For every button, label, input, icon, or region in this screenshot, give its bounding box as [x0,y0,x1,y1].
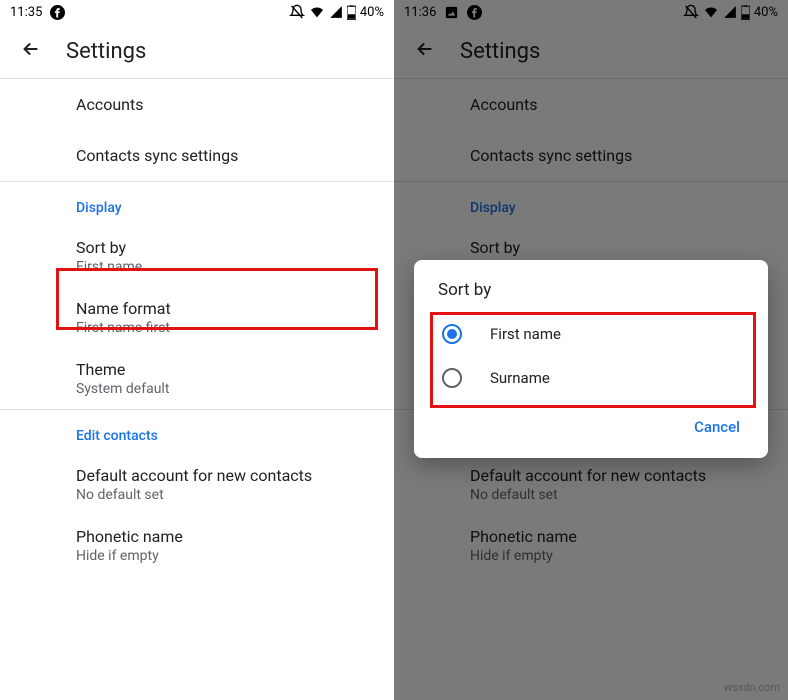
watermark: wsxdn.com [724,681,780,694]
sort-by-title: Sort by [76,238,374,257]
accounts-item[interactable]: Accounts [0,79,394,130]
phonetic-title: Phonetic name [76,527,374,546]
highlight-annotation [56,268,378,330]
wifi-icon [309,4,325,20]
battery-icon [347,5,356,20]
phonetic-subtitle: Hide if empty [76,548,374,564]
battery-percent: 40% [360,5,384,20]
phone-left: 11:35 40% [0,0,394,700]
dialog-title: Sort by [414,260,768,312]
section-display: Display [0,182,394,226]
phonetic-setting[interactable]: Phonetic name Hide if empty [0,515,394,576]
cancel-button[interactable]: Cancel [684,410,750,444]
section-edit: Edit contacts [0,410,394,454]
highlight-annotation [430,312,756,408]
status-bar: 11:35 40% [0,0,394,24]
default-account-setting[interactable]: Default account for new contacts No defa… [0,454,394,515]
phone-right: 11:36 [394,0,788,700]
theme-subtitle: System default [76,381,374,397]
status-time: 11:35 [10,5,42,20]
back-button[interactable] [20,38,42,64]
default-account-title: Default account for new contacts [76,466,374,485]
contacts-sync-item[interactable]: Contacts sync settings [0,130,394,181]
default-account-subtitle: No default set [76,487,374,503]
app-bar: Settings [0,24,394,78]
facebook-icon [50,5,65,20]
dnd-icon [289,4,305,20]
signal-icon [329,5,343,19]
page-title: Settings [66,39,146,64]
sort-by-dialog: Sort by First name Surname Cancel [414,260,768,458]
theme-title: Theme [76,360,374,379]
theme-setting[interactable]: Theme System default [0,348,394,409]
